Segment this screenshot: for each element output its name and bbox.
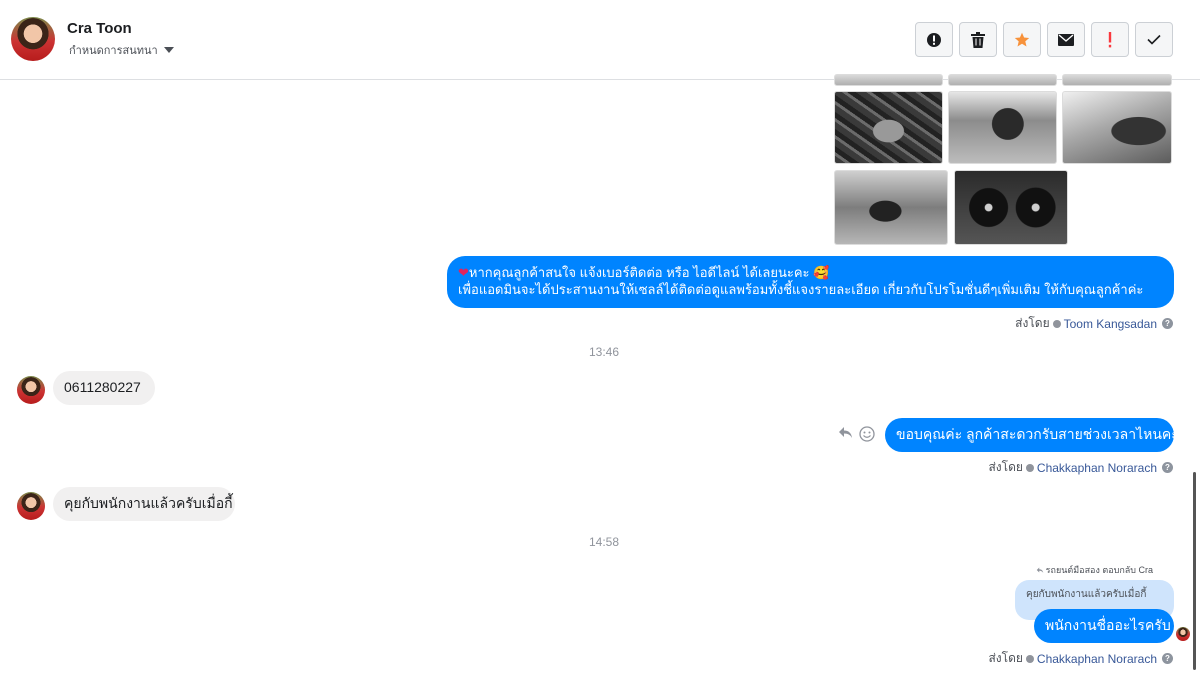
alert-circle-icon — [927, 32, 941, 47]
timestamp: 14:58 — [588, 535, 620, 549]
photo-thumbnail[interactable] — [948, 74, 1057, 86]
mark-important-button[interactable] — [1091, 22, 1129, 57]
exclamation-icon — [1108, 31, 1112, 47]
incoming-message[interactable]: คุยกับพนักงานแล้วครับเมื่อกี้ — [53, 487, 235, 521]
envelope-icon — [1058, 33, 1074, 46]
reply-arrow-icon — [1036, 567, 1043, 573]
sent-by-label: ส่งโดย Toom Kangsadan ? — [1015, 314, 1173, 333]
sent-by-prefix: ส่งโดย — [988, 460, 1023, 474]
photo-thumbnail[interactable] — [834, 170, 948, 245]
customer-avatar[interactable] — [17, 492, 45, 520]
help-icon[interactable]: ? — [1162, 653, 1173, 664]
sent-by-label: ส่งโดย Chakkaphan Norarach ? — [988, 458, 1173, 477]
smiling-face-emoji-icon: 🥰 — [813, 265, 830, 280]
help-icon[interactable]: ? — [1162, 462, 1173, 473]
star-icon — [1014, 32, 1030, 46]
sent-by-prefix: ส่งโดย — [1015, 316, 1050, 330]
sender-name-link[interactable]: Toom Kangsadan — [1064, 317, 1157, 331]
verified-icon — [1052, 319, 1061, 328]
heart-emoji-icon: ❤ — [458, 265, 469, 280]
reply-icon[interactable] — [838, 426, 853, 440]
incoming-message-text: 0611280227 — [64, 379, 141, 395]
vertical-scrollbar[interactable] — [1193, 472, 1196, 670]
contact-avatar[interactable] — [11, 17, 55, 61]
timestamp: 13:46 — [588, 345, 620, 359]
sender-name-link[interactable]: Chakkaphan Norarach — [1037, 461, 1157, 475]
conversation-toolbar — [915, 22, 1173, 57]
emoji-reaction-icon[interactable] — [859, 426, 875, 442]
contact-name[interactable]: Cra Toon — [67, 20, 132, 37]
sent-by-label: ส่งโดย Chakkaphan Norarach ? — [988, 649, 1173, 668]
quoted-message-text: คุยกับพนักงานแล้วครับเมื่อกี้ — [1026, 589, 1147, 600]
star-button[interactable] — [1003, 22, 1041, 57]
checkmark-icon — [1147, 34, 1161, 45]
customer-avatar[interactable] — [17, 376, 45, 404]
outgoing-message[interactable]: ❤หากคุณลูกค้าสนใจ แจ้งเบอร์ติดต่อ หรือ ไ… — [447, 256, 1174, 308]
conversation-schedule-label: กำหนดการสนทนา — [69, 45, 158, 57]
photo-thumbnail[interactable] — [948, 91, 1057, 164]
outgoing-message-text: ขอบคุณค่ะ ลูกค้าสะดวกรับสายช่วงเวลาไหนคะ — [896, 426, 1179, 442]
reply-context-text: รถยนต์มือสอง ตอบกลับ Cra — [1045, 565, 1153, 575]
conversation-schedule-dropdown[interactable]: กำหนดการสนทนา — [69, 41, 174, 59]
incoming-message[interactable]: 0611280227 — [53, 371, 155, 405]
photo-thumbnail[interactable] — [834, 74, 943, 86]
delete-button[interactable] — [959, 22, 997, 57]
incoming-message-text: คุยกับพนักงานแล้วครับเมื่อกี้ — [64, 495, 233, 511]
promo-line-1: หากคุณลูกค้าสนใจ แจ้งเบอร์ติดต่อ หรือ ไอ… — [468, 265, 810, 280]
caret-down-icon — [163, 47, 174, 53]
sender-name-link[interactable]: Chakkaphan Norarach — [1037, 652, 1157, 666]
photo-thumbnail[interactable] — [1062, 74, 1172, 86]
outgoing-message-text: พนักงานชื่ออะไรครับ — [1045, 617, 1171, 633]
report-button[interactable] — [915, 22, 953, 57]
conversation-header: Cra Toon กำหนดการสนทนา — [0, 0, 1200, 80]
help-icon[interactable]: ? — [1162, 318, 1173, 329]
trash-icon — [971, 31, 985, 48]
seen-by-avatar — [1176, 627, 1190, 641]
photo-thumbnail[interactable] — [834, 91, 943, 164]
promo-line-2: เพื่อแอดมินจะได้ประสานงานให้เซลล์ได้ติดต… — [458, 282, 1144, 297]
reply-context: รถยนต์มือสอง ตอบกลับ Cra — [1036, 563, 1153, 577]
photo-thumbnail[interactable] — [1062, 91, 1172, 164]
outgoing-message[interactable]: พนักงานชื่ออะไรครับ — [1034, 609, 1174, 643]
outgoing-message[interactable]: ขอบคุณค่ะ ลูกค้าสะดวกรับสายช่วงเวลาไหนคะ — [885, 418, 1179, 452]
sent-by-prefix: ส่งโดย — [988, 651, 1023, 665]
photo-thumbnail[interactable] — [954, 170, 1068, 245]
verified-icon — [1025, 654, 1034, 663]
message-thread[interactable]: ❤หากคุณลูกค้าสนใจ แจ้งเบอร์ติดต่อ หรือ ไ… — [0, 74, 1200, 693]
mark-unread-button[interactable] — [1047, 22, 1085, 57]
verified-icon — [1025, 463, 1034, 472]
mark-done-button[interactable] — [1135, 22, 1173, 57]
